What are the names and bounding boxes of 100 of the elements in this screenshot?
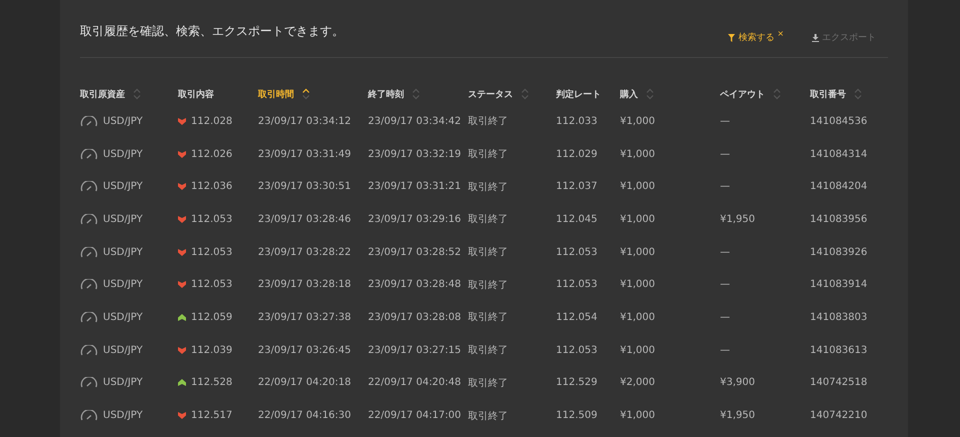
- table-cell-text: 140742210: [810, 410, 868, 422]
- table-cell-text: 23/09/17 03:29:16: [368, 214, 462, 225]
- table-cell-text: —: [720, 344, 731, 356]
- column-header[interactable]: 取引原資産: [80, 88, 125, 100]
- table-cell-text: 141084314: [810, 148, 868, 160]
- table-cell-text: 23/09/17 03:28:46: [258, 214, 352, 225]
- table-cell-text: 取引終了: [468, 148, 509, 162]
- table-cell-text: —: [720, 279, 731, 290]
- table-cell: USD/JPY: [103, 279, 143, 290]
- table-cell-text: ¥2,000: [620, 377, 656, 388]
- table-cell-text: 112.053: [556, 279, 598, 290]
- table-cell: USD/JPY: [103, 344, 143, 356]
- table-cell-text: —: [720, 116, 731, 127]
- gauge-icon: [80, 148, 98, 160]
- table-cell-text: 140742518: [810, 377, 868, 388]
- table-cell-text: 141083926: [810, 246, 868, 258]
- gauge-icon: [80, 377, 98, 388]
- table-cell-text: 22/09/17 04:16:30: [258, 410, 352, 422]
- table-cell-text: 141083803: [810, 312, 868, 323]
- table-cell-text: 23/09/17 03:31:21: [368, 181, 462, 192]
- table-cell: USD/JPY: [103, 116, 143, 127]
- table-cell-text: 23/09/17 03:28:22: [258, 246, 352, 258]
- column-header[interactable]: 取引番号: [810, 88, 846, 100]
- table-cell-text: ¥3,900: [720, 377, 756, 388]
- table-cell-text: 112.029: [556, 148, 598, 160]
- table-cell: USD/JPY: [103, 410, 143, 422]
- column-header[interactable]: ステータス: [468, 88, 513, 100]
- table-cell: USD/JPY: [103, 246, 143, 258]
- column-header[interactable]: 判定レート: [556, 88, 601, 100]
- table-cell-text: 141084204: [810, 181, 868, 192]
- table-cell-text: 112.053: [556, 344, 598, 356]
- table-cell-text: 23/09/17 03:31:49: [258, 148, 352, 160]
- table-cell-text: ¥1,000: [620, 116, 656, 127]
- table-cell: USD/JPY: [103, 148, 143, 160]
- table-cell-text: ¥1,000: [620, 214, 656, 225]
- table-cell-text: 112.509: [556, 410, 598, 422]
- description-text: 取引履歴を確認、検索、エクスポートできます。: [80, 23, 344, 40]
- table-cell-text: 取引終了: [468, 311, 509, 324]
- table-cell-text: —: [720, 148, 731, 160]
- table-cell-text: —: [720, 312, 731, 323]
- table-cell-text: 23/09/17 03:28:08: [368, 312, 462, 323]
- column-header[interactable]: 終了時刻: [368, 88, 404, 100]
- column-header[interactable]: 取引時間: [258, 88, 294, 100]
- table-cell-text: 23/09/17 03:28:48: [368, 279, 462, 290]
- table-cell-text: 取引終了: [468, 344, 509, 358]
- gauge-icon: [80, 344, 98, 356]
- table-cell-text: 23/09/17 03:34:12: [258, 116, 352, 127]
- table-cell: 112.036: [191, 181, 232, 192]
- table-cell: 112.028: [191, 116, 232, 127]
- table-cell-text: 23/09/17 03:34:42: [368, 116, 462, 127]
- table-cell-text: 23/09/17 03:28:18: [258, 279, 352, 290]
- gauge-icon: [80, 246, 98, 258]
- table-cell-text: 112.037: [556, 181, 598, 192]
- table-cell-text: 112.054: [556, 312, 598, 323]
- table-cell: 112.053: [191, 279, 232, 290]
- column-header[interactable]: 取引内容: [178, 88, 214, 100]
- table-cell-text: ¥1,000: [620, 246, 656, 258]
- table-cell-text: 23/09/17 03:27:38: [258, 312, 352, 323]
- table-cell-text: ¥1,000: [620, 148, 656, 160]
- search-button[interactable]: 検索する ×: [728, 31, 784, 44]
- table-cell-text: 141083914: [810, 279, 868, 290]
- gauge-icon: [80, 279, 98, 290]
- table-cell-text: ¥1,950: [720, 410, 756, 422]
- table-cell-text: 112.033: [556, 116, 598, 127]
- column-header[interactable]: 購入: [620, 88, 638, 100]
- table-cell-text: —: [720, 181, 731, 192]
- table-cell-text: ¥1,000: [620, 312, 656, 323]
- gauge-icon: [80, 181, 98, 192]
- table-cell-text: 22/09/17 04:17:00: [368, 410, 462, 422]
- table-cell: USD/JPY: [103, 312, 143, 323]
- column-header[interactable]: ペイアウト: [720, 88, 765, 100]
- download-icon: [812, 34, 819, 42]
- sort-icon[interactable]: [302, 88, 310, 100]
- table-cell-text: 23/09/17 03:32:19: [368, 148, 462, 160]
- table-cell: USD/JPY: [103, 214, 143, 225]
- table-cell: 112.059: [191, 312, 232, 323]
- gauge-icon: [80, 116, 98, 127]
- table-cell: 112.528: [191, 377, 232, 388]
- table-cell: 112.517: [191, 410, 232, 422]
- table-cell-text: 141083956: [810, 214, 868, 225]
- table-cell-text: 22/09/17 04:20:48: [368, 377, 462, 388]
- table-cell-text: 112.529: [556, 377, 598, 388]
- gauge-icon: [80, 410, 98, 422]
- table-cell-text: 23/09/17 03:28:52: [368, 246, 462, 258]
- gauge-icon: [80, 312, 98, 323]
- table-cell-text: ¥1,000: [620, 410, 656, 422]
- table-cell-text: 23/09/17 03:27:15: [368, 344, 462, 356]
- table-cell-text: 23/09/17 03:26:45: [258, 344, 352, 356]
- table-cell-text: 141083613: [810, 344, 868, 356]
- table-cell-text: —: [720, 246, 731, 258]
- table-cell-text: 取引終了: [468, 115, 509, 128]
- table-cell-text: 取引終了: [468, 213, 509, 226]
- table-cell-text: 112.045: [556, 214, 598, 225]
- gauge-icon: [80, 214, 98, 225]
- table-cell-text: ¥1,000: [620, 181, 656, 192]
- table-cell-text: ¥1,000: [620, 344, 656, 356]
- table-cell: USD/JPY: [103, 181, 143, 192]
- table-cell-text: 取引終了: [468, 180, 509, 194]
- table-cell: USD/JPY: [103, 377, 143, 388]
- table-cell-text: 23/09/17 03:30:51: [258, 181, 352, 192]
